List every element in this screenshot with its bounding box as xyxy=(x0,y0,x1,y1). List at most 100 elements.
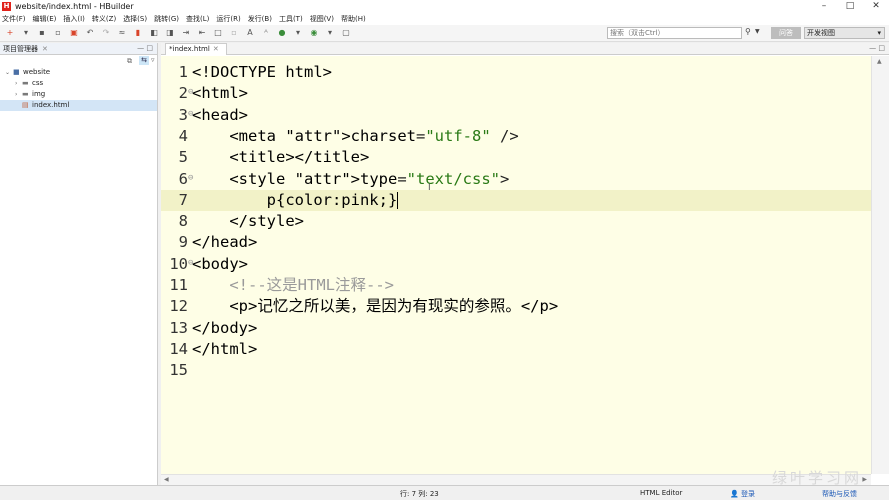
editor-area: *index.html ✕ — □ 1 <!DOCTYPE html> 2 ⊖ <html… xyxy=(161,43,889,485)
editor-minmax-icon[interactable]: — □ xyxy=(869,44,885,52)
collapse-all-icon[interactable]: ⧉ xyxy=(127,57,132,66)
code-line[interactable]: 15 xyxy=(161,360,871,381)
menu-help[interactable]: 帮助(H) xyxy=(341,14,366,24)
redo-icon[interactable]: ↷ xyxy=(102,29,110,37)
disabled-icon[interactable]: ▫ xyxy=(230,29,238,37)
code-line[interactable]: 9 </head> xyxy=(161,232,871,253)
menu-file[interactable]: 文件(F) xyxy=(2,14,26,24)
save-icon[interactable]: ▪ xyxy=(38,29,46,37)
bookmark-next-icon[interactable]: ◨ xyxy=(166,29,174,37)
close-file-icon[interactable]: ▣ xyxy=(70,29,78,37)
tree-item-img[interactable]: › ▬ img xyxy=(0,89,157,100)
format-icon[interactable]: ≈ xyxy=(118,29,126,37)
menu-goto[interactable]: 跳转(G) xyxy=(154,14,179,24)
scroll-up-icon[interactable]: ▲ xyxy=(877,58,882,65)
menu-select[interactable]: 选择(S) xyxy=(123,14,147,24)
line-text: <p>记忆之所以美，是因为有现实的参照。</p> xyxy=(192,297,559,316)
search-dropdown-icon[interactable]: ▼ xyxy=(755,28,760,35)
menu-escape[interactable]: 转义(Z) xyxy=(92,14,116,24)
code-line[interactable]: 6 ⊖ <style "attr">type="text/css"> xyxy=(161,169,871,190)
project-panel-header: 项目管理器 ✕ — □ xyxy=(0,43,157,55)
line-number: 2 xyxy=(178,84,188,103)
close-button[interactable]: ✕ xyxy=(863,0,889,13)
line-number: 9 xyxy=(178,233,188,252)
undo-icon[interactable]: ↶ xyxy=(86,29,94,37)
project-panel-title: 项目管理器 xyxy=(3,44,38,53)
tree-item-label: css xyxy=(32,79,44,87)
menu-view[interactable]: 视图(V) xyxy=(310,14,334,24)
tree-item-index-html[interactable]: ▤ index.html xyxy=(0,100,157,111)
line-text: </style> xyxy=(192,212,304,231)
horizontal-scrollbar[interactable]: ◀ ▶ xyxy=(161,474,871,485)
code-line[interactable]: 12 <p>记忆之所以美，是因为有现实的参照。</p> xyxy=(161,296,871,317)
save-all-icon[interactable]: ▫ xyxy=(54,29,62,37)
code-line[interactable]: 2 ⊖ <html> xyxy=(161,83,871,104)
menu-bar: 文件(F) 编辑(E) 插入(I) 转义(Z) 选择(S) 跳转(G) 查找(L… xyxy=(0,13,889,25)
window-icon[interactable]: □ xyxy=(214,29,222,37)
bookmark-prev-icon[interactable]: ◧ xyxy=(150,29,158,37)
new-icon[interactable]: + xyxy=(6,29,14,37)
step-back-icon[interactable]: ⇤ xyxy=(198,29,206,37)
tree-item-website[interactable]: ⌄ ■ website xyxy=(0,67,157,78)
text-caret xyxy=(397,191,399,209)
scroll-right-icon[interactable]: ▶ xyxy=(862,476,867,483)
link-editor-icon[interactable]: ⇆ xyxy=(139,56,149,65)
preview-icon[interactable]: ▢ xyxy=(342,29,350,37)
close-tab-icon[interactable]: ✕ xyxy=(213,45,219,53)
folder-icon: ▬ xyxy=(22,90,29,98)
step-forward-icon[interactable]: ⇥ xyxy=(182,29,190,37)
qa-button[interactable]: 问答 xyxy=(771,27,801,39)
menu-insert[interactable]: 插入(I) xyxy=(63,14,85,24)
code-editor[interactable]: 1 <!DOCTYPE html> 2 ⊖ <html> 3 ⊖ <head> 4 <meta … xyxy=(161,56,871,474)
tree-item-label: index.html xyxy=(32,101,70,109)
code-line[interactable]: 4 <meta "attr">charset="utf-8" /> xyxy=(161,126,871,147)
font-smaller-icon[interactable]: ᴬ xyxy=(262,29,270,37)
close-icon[interactable]: ✕ xyxy=(42,45,48,53)
bookmark-icon[interactable]: ▮ xyxy=(134,29,142,37)
tab-index-html[interactable]: *index.html ✕ xyxy=(165,43,227,55)
browser-dropdown-icon[interactable]: ▾ xyxy=(326,29,334,37)
menu-edit[interactable]: 编辑(E) xyxy=(33,14,57,24)
vertical-scrollbar[interactable]: ▲ xyxy=(871,56,889,474)
run-icon[interactable]: ● xyxy=(278,29,286,37)
tree-item-css[interactable]: › ▬ css xyxy=(0,78,157,89)
line-number: 3 xyxy=(178,105,188,124)
code-line[interactable]: 1 <!DOCTYPE html> xyxy=(161,62,871,83)
search-input[interactable]: 搜索（双击Ctrl） xyxy=(607,27,742,39)
line-number: 15 xyxy=(169,361,188,380)
maximize-button[interactable]: □ xyxy=(837,0,863,13)
code-line[interactable]: 13 </body> xyxy=(161,318,871,339)
line-text: <title></title> xyxy=(192,148,370,167)
perspective-select[interactable]: 开发视图 ▾ xyxy=(804,27,885,39)
font-size-icon[interactable]: A xyxy=(246,29,254,37)
line-text: <meta "attr">charset="utf-8" /> xyxy=(192,126,519,145)
menu-find[interactable]: 查找(L) xyxy=(186,14,209,24)
collapsed-arrow-icon[interactable]: › xyxy=(15,78,17,89)
search-icon[interactable]: ⚲ xyxy=(745,27,751,36)
panel-minmax-icon[interactable]: — □ xyxy=(137,44,153,52)
text-cursor-icon: I xyxy=(428,183,431,193)
login-link[interactable]: 👤 登录 xyxy=(730,489,755,499)
dropdown-icon[interactable]: ▾ xyxy=(22,29,30,37)
view-menu-icon[interactable]: ▿ xyxy=(151,56,155,64)
run-dropdown-icon[interactable]: ▾ xyxy=(294,29,302,37)
code-line[interactable]: 8 </style> xyxy=(161,211,871,232)
code-line[interactable]: 3 ⊖ <head> xyxy=(161,105,871,126)
editor-tab-bar: *index.html ✕ — □ xyxy=(161,43,889,55)
menu-publish[interactable]: 发行(B) xyxy=(248,14,272,24)
code-line[interactable]: 10 ⊖ <body> xyxy=(161,254,871,275)
expanded-arrow-icon[interactable]: ⌄ xyxy=(5,67,10,78)
code-line[interactable]: 14 </html> xyxy=(161,339,871,360)
menu-tools[interactable]: 工具(T) xyxy=(279,14,303,24)
scroll-left-icon[interactable]: ◀ xyxy=(164,476,169,483)
collapsed-arrow-icon[interactable]: › xyxy=(15,89,17,100)
code-line[interactable]: 7 p{color:pink;} xyxy=(161,189,871,211)
minimize-button[interactable]: – xyxy=(811,0,837,13)
code-line[interactable]: 11 <!--这是HTML注释--> xyxy=(161,275,871,296)
editor-mode: HTML Editor xyxy=(640,489,683,497)
code-line[interactable]: 5 <title></title> xyxy=(161,147,871,168)
help-feedback-link[interactable]: 帮助与反馈 xyxy=(822,489,857,499)
browser-icon[interactable]: ◉ xyxy=(310,29,318,37)
project-icon: ■ xyxy=(13,68,20,76)
menu-run[interactable]: 运行(R) xyxy=(216,14,240,24)
